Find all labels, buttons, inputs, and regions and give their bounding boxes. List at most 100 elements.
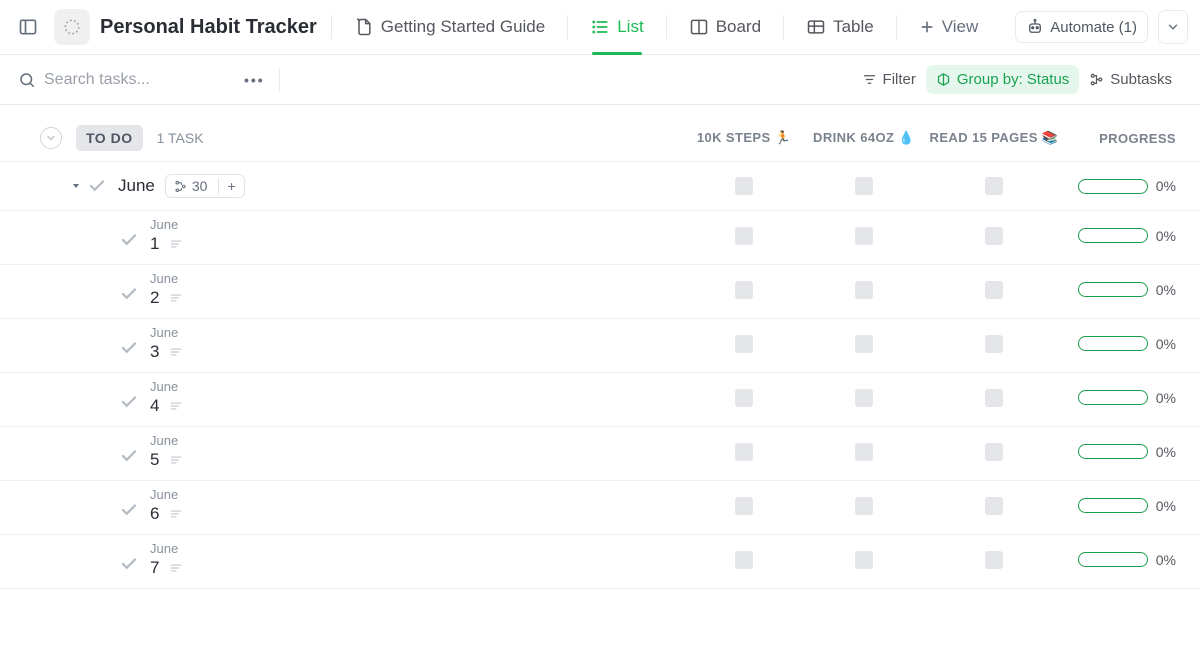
checkbox-steps[interactable]	[735, 177, 753, 195]
checkbox-drink[interactable]	[855, 443, 873, 461]
checkbox-drink[interactable]	[855, 177, 873, 195]
select-all-toggle[interactable]	[40, 127, 62, 149]
checkbox-steps[interactable]	[735, 497, 753, 515]
checkbox-read[interactable]	[985, 177, 1003, 195]
subtask-day: 4	[150, 396, 183, 416]
list-toolbar: ••• Filter Group by: Status Subtasks	[0, 55, 1200, 105]
checkbox-read[interactable]	[985, 335, 1003, 353]
automate-button[interactable]: Automate (1)	[1015, 11, 1148, 43]
checkbox-read[interactable]	[985, 227, 1003, 245]
checkbox-drink[interactable]	[855, 497, 873, 515]
column-header-drink[interactable]: DRINK 64OZ 💧	[804, 130, 924, 146]
checkbox-drink[interactable]	[855, 389, 873, 407]
progress-bar	[1078, 498, 1148, 513]
app-header: Personal Habit Tracker Getting Started G…	[0, 0, 1200, 55]
checkbox-read[interactable]	[985, 389, 1003, 407]
subtasks-label: Subtasks	[1110, 71, 1172, 88]
column-header-read[interactable]: READ 15 PAGES 📚	[924, 130, 1064, 146]
tab-table[interactable]: Table	[798, 0, 882, 55]
progress-text: 0%	[1156, 390, 1176, 406]
filter-icon	[862, 72, 877, 87]
subtask-day: 3	[150, 342, 183, 362]
checkbox-steps[interactable]	[735, 389, 753, 407]
status-check-icon[interactable]	[120, 231, 138, 249]
progress-text: 0%	[1156, 552, 1176, 568]
progress-cell: 0%	[1064, 336, 1176, 352]
group-by-button[interactable]: Group by: Status	[926, 65, 1079, 94]
progress-text: 0%	[1156, 282, 1176, 298]
task-count: 1 TASK	[157, 130, 204, 146]
progress-cell: 0%	[1064, 228, 1176, 244]
space-icon[interactable]	[54, 9, 90, 45]
plus-icon	[919, 19, 935, 35]
subtask-month: June	[150, 271, 183, 286]
subtasks-button[interactable]: Subtasks	[1079, 65, 1182, 94]
header-dropdown[interactable]	[1158, 10, 1188, 44]
task-title: June	[118, 176, 155, 196]
status-check-icon[interactable]	[120, 501, 138, 519]
list-content: TO DO 1 TASK 10K STEPS 🏃 DRINK 64OZ 💧 RE…	[0, 105, 1200, 589]
board-icon	[689, 17, 709, 37]
caret-down-icon[interactable]	[70, 180, 82, 192]
progress-bar	[1078, 282, 1148, 297]
status-check-icon[interactable]	[120, 285, 138, 303]
subtask-row[interactable]: June 4 0%	[0, 373, 1200, 427]
status-check-icon[interactable]	[120, 555, 138, 573]
tab-getting-started[interactable]: Getting Started Guide	[346, 0, 553, 55]
checkbox-steps[interactable]	[735, 227, 753, 245]
subtask-month: June	[150, 433, 183, 448]
status-check-icon[interactable]	[120, 339, 138, 357]
subtask-count-badge[interactable]: 30 +	[165, 174, 245, 198]
subtask-row[interactable]: June 2 0%	[0, 265, 1200, 319]
tab-list[interactable]: List	[582, 0, 651, 55]
column-header-progress[interactable]: PROGRESS	[1064, 131, 1184, 146]
group-by-value: Status	[1027, 71, 1070, 88]
description-icon	[169, 507, 183, 521]
list-icon	[590, 17, 610, 37]
filter-label: Filter	[883, 71, 916, 88]
column-header-steps[interactable]: 10K STEPS 🏃	[684, 130, 804, 146]
checkbox-steps[interactable]	[735, 551, 753, 569]
subtask-row[interactable]: June 3 0%	[0, 319, 1200, 373]
search-icon	[18, 71, 36, 89]
group-icon	[936, 72, 951, 87]
progress-bar	[1078, 390, 1148, 405]
checkbox-drink[interactable]	[855, 551, 873, 569]
checkbox-steps[interactable]	[735, 443, 753, 461]
checkbox-steps[interactable]	[735, 335, 753, 353]
status-check-icon[interactable]	[120, 447, 138, 465]
progress-cell: 0%	[1064, 390, 1176, 406]
checkbox-drink[interactable]	[855, 335, 873, 353]
checkbox-drink[interactable]	[855, 227, 873, 245]
description-icon	[169, 453, 183, 467]
checkbox-read[interactable]	[985, 551, 1003, 569]
runner-icon: 🏃	[775, 130, 792, 145]
add-subtask-button[interactable]: +	[218, 178, 235, 194]
checkbox-drink[interactable]	[855, 281, 873, 299]
subtask-row[interactable]: June 5 0%	[0, 427, 1200, 481]
status-pill[interactable]: TO DO	[76, 125, 143, 151]
progress-text: 0%	[1156, 498, 1176, 514]
more-options-button[interactable]: •••	[244, 72, 265, 88]
progress-text: 0%	[1156, 444, 1176, 460]
add-view-button[interactable]: View	[911, 0, 987, 55]
status-check-icon[interactable]	[120, 393, 138, 411]
subtask-row[interactable]: June 1 0%	[0, 211, 1200, 265]
status-check-icon[interactable]	[88, 177, 106, 195]
checkbox-read[interactable]	[985, 443, 1003, 461]
progress-text: 0%	[1156, 228, 1176, 244]
progress-cell: 0%	[1064, 552, 1176, 568]
subtask-row[interactable]: June 6 0%	[0, 481, 1200, 535]
filter-button[interactable]: Filter	[852, 65, 926, 94]
toggle-sidebar-button[interactable]	[12, 11, 44, 43]
checkbox-read[interactable]	[985, 497, 1003, 515]
subtask-month: June	[150, 217, 183, 232]
tab-board[interactable]: Board	[681, 0, 769, 55]
checkbox-steps[interactable]	[735, 281, 753, 299]
subtask-row[interactable]: June 7 0%	[0, 535, 1200, 589]
subtask-day: 1	[150, 234, 183, 254]
divider	[896, 15, 897, 39]
checkbox-read[interactable]	[985, 281, 1003, 299]
task-row-parent[interactable]: June 30 + 0%	[0, 162, 1200, 211]
search-input[interactable]	[44, 71, 224, 89]
